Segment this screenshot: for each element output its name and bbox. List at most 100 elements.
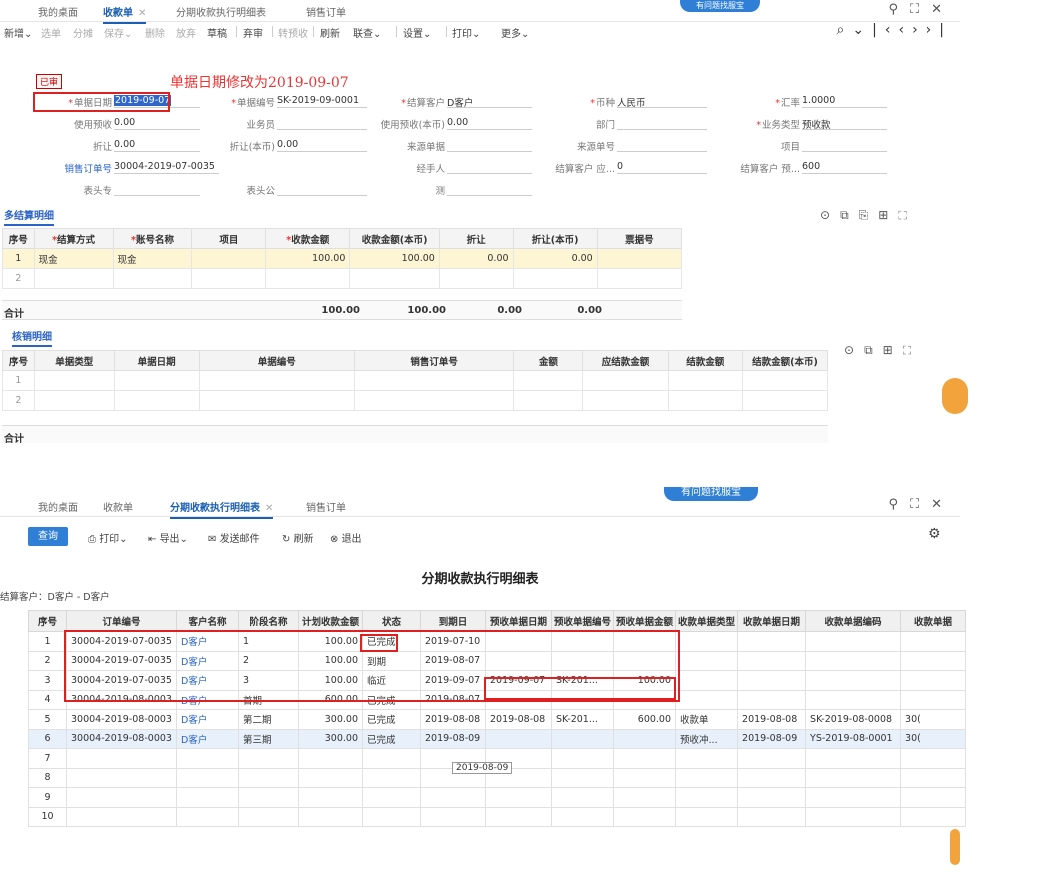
cell[interactable] <box>675 650 739 671</box>
cell[interactable] <box>550 728 615 749</box>
cell[interactable] <box>805 748 902 769</box>
cell[interactable] <box>298 748 363 769</box>
cell[interactable] <box>512 268 598 289</box>
cell[interactable] <box>550 806 615 827</box>
cell[interactable] <box>737 650 807 671</box>
table-row[interactable]: 1 现金 现金 100.00 100.00 0.00 0.00 <box>2 248 683 269</box>
maximize-icon[interactable]: ⛶ <box>910 2 931 17</box>
table-row[interactable]: 9 <box>28 787 967 808</box>
cell[interactable]: 300.00 <box>298 709 363 730</box>
cell[interactable]: D客户 <box>176 728 239 749</box>
verify-section-title[interactable]: 核销明细 <box>12 328 52 347</box>
cell[interactable] <box>113 390 200 411</box>
query-button[interactable]: 查询 <box>28 527 68 546</box>
tab-installment-report[interactable]: 分期收款执行明细表 <box>176 4 266 19</box>
source-doc-field[interactable] <box>447 139 532 152</box>
cell[interactable] <box>805 670 902 691</box>
cell[interactable] <box>900 787 967 808</box>
maximize-icon[interactable]: ⛶ <box>910 497 931 512</box>
cell[interactable] <box>362 787 421 808</box>
refresh-button[interactable]: ↻ 刷新 <box>282 530 314 545</box>
discard-button[interactable]: 放弃 <box>176 25 196 40</box>
table-row[interactable]: 2 <box>2 390 829 411</box>
cell[interactable] <box>675 631 739 652</box>
cell[interactable] <box>513 370 584 391</box>
cell[interactable]: 30( <box>900 728 967 749</box>
cell[interactable]: 2019-08-09 <box>737 728 807 749</box>
cell[interactable] <box>550 748 615 769</box>
cell[interactable] <box>805 689 902 710</box>
cell[interactable] <box>675 767 739 788</box>
cell[interactable] <box>191 268 267 289</box>
cell[interactable]: 现金 <box>33 248 114 269</box>
cell[interactable] <box>613 806 677 827</box>
cell[interactable]: 600.00 <box>613 709 677 730</box>
prev-record-icon[interactable]: ‹ <box>898 22 912 38</box>
cell[interactable] <box>112 268 193 289</box>
cell[interactable]: 现金 <box>112 248 193 269</box>
cell[interactable] <box>737 670 807 691</box>
cell[interactable] <box>66 767 177 788</box>
last-record-icon[interactable]: ›| <box>926 22 952 38</box>
copy-row-icon[interactable]: ⧉ <box>840 208 859 222</box>
cell[interactable]: 0.00 <box>512 248 598 269</box>
sales-order-field[interactable]: 30004-2019-07-0035 <box>114 161 219 174</box>
allocate-button[interactable]: 分摊 <box>73 25 93 40</box>
cell[interactable] <box>667 370 743 391</box>
cell[interactable] <box>900 650 967 671</box>
help-badge[interactable]: 有问题找服宝 <box>680 0 760 12</box>
new-button[interactable]: 新增⌄ <box>4 25 32 40</box>
discount-field[interactable]: 0.00 <box>114 139 200 152</box>
header-custom3-field[interactable] <box>447 183 532 196</box>
cell[interactable] <box>550 787 615 808</box>
cell[interactable]: 收款单 <box>675 709 739 730</box>
location-icon[interactable]: ⊙ <box>844 343 864 357</box>
cell[interactable] <box>900 689 967 710</box>
cell[interactable] <box>362 748 421 769</box>
cell[interactable]: SK-2019-08-0008 <box>805 709 902 730</box>
insert-icon[interactable]: ⊞ <box>878 208 898 222</box>
cell[interactable] <box>613 748 677 769</box>
cell[interactable] <box>66 806 177 827</box>
project-field[interactable] <box>802 139 887 152</box>
first-record-icon[interactable]: |‹ <box>872 22 898 38</box>
settings-button[interactable]: 设置⌄ <box>403 25 431 40</box>
cell[interactable] <box>805 631 902 652</box>
tab-desktop[interactable]: 我的桌面 <box>38 499 78 514</box>
cell[interactable] <box>33 390 115 411</box>
close-icon[interactable]: ✕ <box>138 8 146 19</box>
zoom-icon[interactable]: ⌕ <box>837 22 853 38</box>
cell[interactable]: 100.00 <box>349 248 440 269</box>
exit-button[interactable]: ⊗ 退出 <box>330 530 362 545</box>
sales-order-label[interactable]: 销售订单号 <box>40 161 112 175</box>
cell[interactable] <box>900 806 967 827</box>
cell[interactable]: 30( <box>900 709 967 730</box>
cell[interactable]: 2019-08-08 <box>485 709 552 730</box>
department-field[interactable] <box>617 117 707 130</box>
table-row[interactable]: 2 <box>2 268 683 289</box>
cell[interactable] <box>298 787 363 808</box>
cell[interactable] <box>238 748 299 769</box>
use-prepay-field[interactable]: 0.00 <box>114 117 200 130</box>
paste-icon[interactable]: ⎘ <box>859 208 879 222</box>
cell[interactable]: D客户 <box>176 709 239 730</box>
next-record-icon[interactable]: › <box>912 22 926 38</box>
cell[interactable] <box>613 767 677 788</box>
cell[interactable] <box>362 806 421 827</box>
to-prepay-button[interactable]: 转预收 <box>278 25 308 40</box>
cell[interactable] <box>485 806 552 827</box>
cell[interactable] <box>485 787 552 808</box>
cell[interactable] <box>485 728 552 749</box>
cell[interactable] <box>176 787 239 808</box>
table-row[interactable]: 1 <box>2 370 829 391</box>
chevron-down-icon[interactable]: ⌄ <box>852 22 872 38</box>
print-button[interactable]: 打印⌄ <box>452 25 480 40</box>
cell[interactable]: SK-201... <box>550 709 615 730</box>
cell[interactable] <box>741 370 829 391</box>
cell[interactable] <box>198 390 355 411</box>
cell[interactable] <box>900 767 967 788</box>
insert-icon[interactable]: ⊞ <box>883 343 903 357</box>
tab-receipt[interactable]: 收款单 <box>103 499 133 514</box>
cust-prepay-field[interactable]: 600 <box>802 161 887 174</box>
cell[interactable]: 100.00 <box>265 248 351 269</box>
